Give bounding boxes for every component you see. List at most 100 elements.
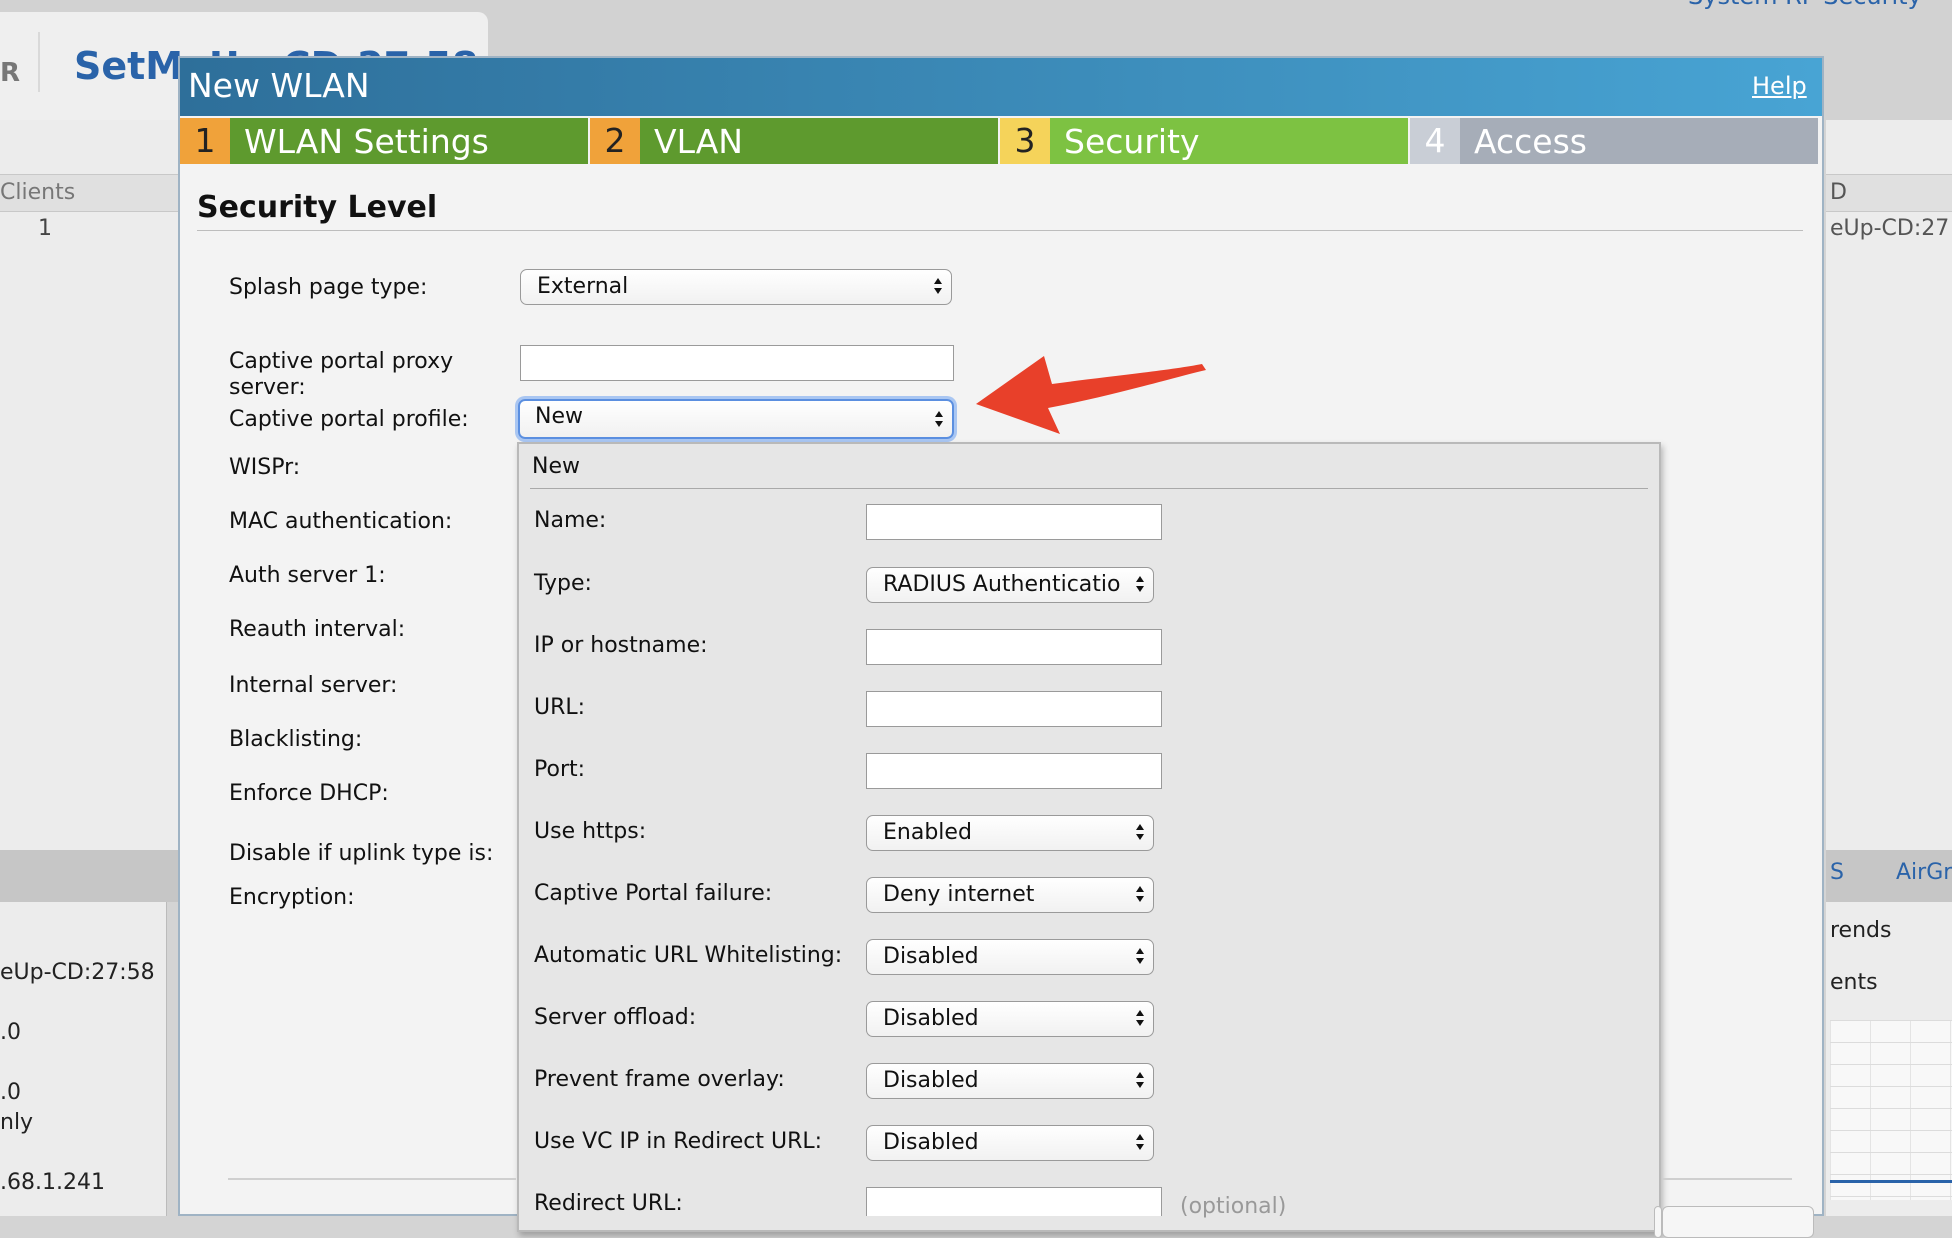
select-arrows-icon — [935, 411, 943, 427]
select-arrows-icon — [1136, 886, 1144, 902]
captive-portal-profile-select[interactable]: New — [518, 399, 954, 439]
select-value: External — [537, 274, 629, 299]
select-value: New — [535, 404, 583, 429]
section-divider — [197, 230, 1803, 231]
reauth-interval-label: Reauth interval: — [229, 617, 406, 642]
annotation-arrow-icon — [976, 356, 1206, 434]
select-value: Disabled — [883, 944, 979, 969]
profile-name-input[interactable] — [866, 504, 1162, 540]
cancel-button[interactable] — [1662, 1206, 1814, 1238]
trend-chart-line — [1830, 1180, 1952, 1183]
dialog-title: New WLAN — [188, 66, 370, 105]
right-column-header: D — [1830, 180, 1847, 205]
port-label: Port: — [534, 757, 586, 782]
select-arrows-icon — [1136, 824, 1144, 840]
auto-url-whitelisting-select[interactable]: Disabled — [866, 939, 1154, 975]
step-label: Access — [1460, 118, 1818, 164]
captive-portal-failure-select[interactable]: Deny internet — [866, 877, 1154, 913]
right-row-value: eUp-CD:27 — [1830, 216, 1950, 241]
right-clients-label: ents — [1830, 970, 1878, 995]
ip-hostname-label: IP or hostname: — [534, 633, 708, 658]
captive-portal-failure-label: Captive Portal failure: — [534, 881, 773, 906]
left-gap — [0, 850, 178, 902]
right-link-1[interactable]: S — [1830, 860, 1844, 885]
profile-type-label: Type: — [534, 571, 592, 596]
use-https-select[interactable]: Enabled — [866, 815, 1154, 851]
left-detail-ip: .68.1.241 — [0, 1170, 105, 1195]
left-details-panel — [0, 902, 167, 1216]
app-tab-letter: R — [0, 58, 21, 88]
redirect-url-optional-hint: (optional) — [1180, 1194, 1287, 1219]
step-number: 3 — [1000, 118, 1050, 164]
trend-chart-grid — [1830, 1020, 1952, 1200]
profile-panel-title: New — [532, 454, 580, 479]
step-label: WLAN Settings — [230, 118, 588, 164]
auto-url-whitelisting-label: Automatic URL Whitelisting: — [534, 943, 843, 968]
wispr-label: WISPr: — [229, 455, 301, 480]
step-access[interactable]: 4 Access — [1410, 118, 1818, 164]
use-vc-ip-select[interactable]: Disabled — [866, 1125, 1154, 1161]
select-arrows-icon — [1136, 576, 1144, 592]
select-value: Disabled — [883, 1130, 979, 1155]
left-panel — [0, 120, 178, 850]
dialog-footer-divider — [228, 1178, 516, 1180]
step-number: 2 — [590, 118, 640, 164]
step-number: 4 — [1410, 118, 1460, 164]
splash-page-type-select[interactable]: External — [520, 269, 952, 305]
left-detail-name: eUp-CD:27:58 — [0, 960, 155, 985]
left-detail-3: nly — [0, 1110, 34, 1135]
use-https-label: Use https: — [534, 819, 647, 844]
select-arrows-icon — [1136, 948, 1144, 964]
clients-column-header: Clients — [0, 180, 76, 205]
server-offload-select[interactable]: Disabled — [866, 1001, 1154, 1037]
step-label: Security — [1050, 118, 1408, 164]
select-arrows-icon — [934, 278, 942, 294]
select-value: RADIUS Authenticatio — [883, 572, 1121, 597]
right-trends-label: rends — [1830, 918, 1892, 943]
mac-authentication-label: MAC authentication: — [229, 509, 453, 534]
server-offload-label: Server offload: — [534, 1005, 697, 1030]
captive-portal-profile-label: Captive portal profile: — [229, 407, 469, 432]
profile-type-select[interactable]: RADIUS Authenticatio — [866, 567, 1154, 603]
step-vlan[interactable]: 2 VLAN — [590, 118, 998, 164]
dialog-footer-divider-right — [1662, 1178, 1792, 1180]
port-input[interactable] — [866, 753, 1162, 789]
redirect-url-input[interactable] — [866, 1187, 1162, 1216]
select-arrows-icon — [1136, 1134, 1144, 1150]
blacklisting-label: Blacklisting: — [229, 727, 363, 752]
ip-hostname-input[interactable] — [866, 629, 1162, 665]
tab-divider — [38, 32, 40, 92]
dialog-header — [180, 58, 1822, 116]
step-number: 1 — [180, 118, 230, 164]
enforce-dhcp-label: Enforce DHCP: — [229, 781, 389, 806]
use-vc-ip-label: Use VC IP in Redirect URL: — [534, 1129, 823, 1154]
select-arrows-icon — [1136, 1072, 1144, 1088]
disable-uplink-label: Disable if uplink type is: — [229, 841, 494, 866]
prevent-frame-overlay-label: Prevent frame overlay: — [534, 1067, 785, 1092]
right-link-airgroup[interactable]: AirGr — [1896, 860, 1952, 885]
captive-portal-proxy-label: Captive portal proxy server: — [229, 349, 454, 400]
profile-panel-divider — [530, 488, 1648, 489]
help-link[interactable]: Help — [1752, 72, 1807, 100]
step-label: VLAN — [640, 118, 998, 164]
encryption-label: Encryption: — [229, 885, 355, 910]
left-detail-2: .0 — [0, 1080, 21, 1105]
select-value: Deny internet — [883, 882, 1035, 907]
profile-name-label: Name: — [534, 508, 607, 533]
select-arrows-icon — [1136, 1010, 1144, 1026]
url-input[interactable] — [866, 691, 1162, 727]
clients-count: 1 — [38, 216, 52, 241]
internal-server-label: Internal server: — [229, 673, 398, 698]
auth-server-1-label: Auth server 1: — [229, 563, 386, 588]
captive-portal-proxy-input[interactable] — [520, 345, 954, 381]
section-title: Security Level — [197, 190, 438, 225]
url-label: URL: — [534, 695, 586, 720]
left-detail-1: .0 — [0, 1020, 21, 1045]
footer-button-partial[interactable] — [1654, 1206, 1662, 1238]
prevent-frame-overlay-select[interactable]: Disabled — [866, 1063, 1154, 1099]
step-security[interactable]: 3 Security — [1000, 118, 1408, 164]
step-wlan-settings[interactable]: 1 WLAN Settings — [180, 118, 588, 164]
redirect-url-label: Redirect URL: — [534, 1191, 683, 1216]
select-value: Disabled — [883, 1006, 979, 1031]
top-nav[interactable]: System RF Security — [1688, 0, 1922, 10]
